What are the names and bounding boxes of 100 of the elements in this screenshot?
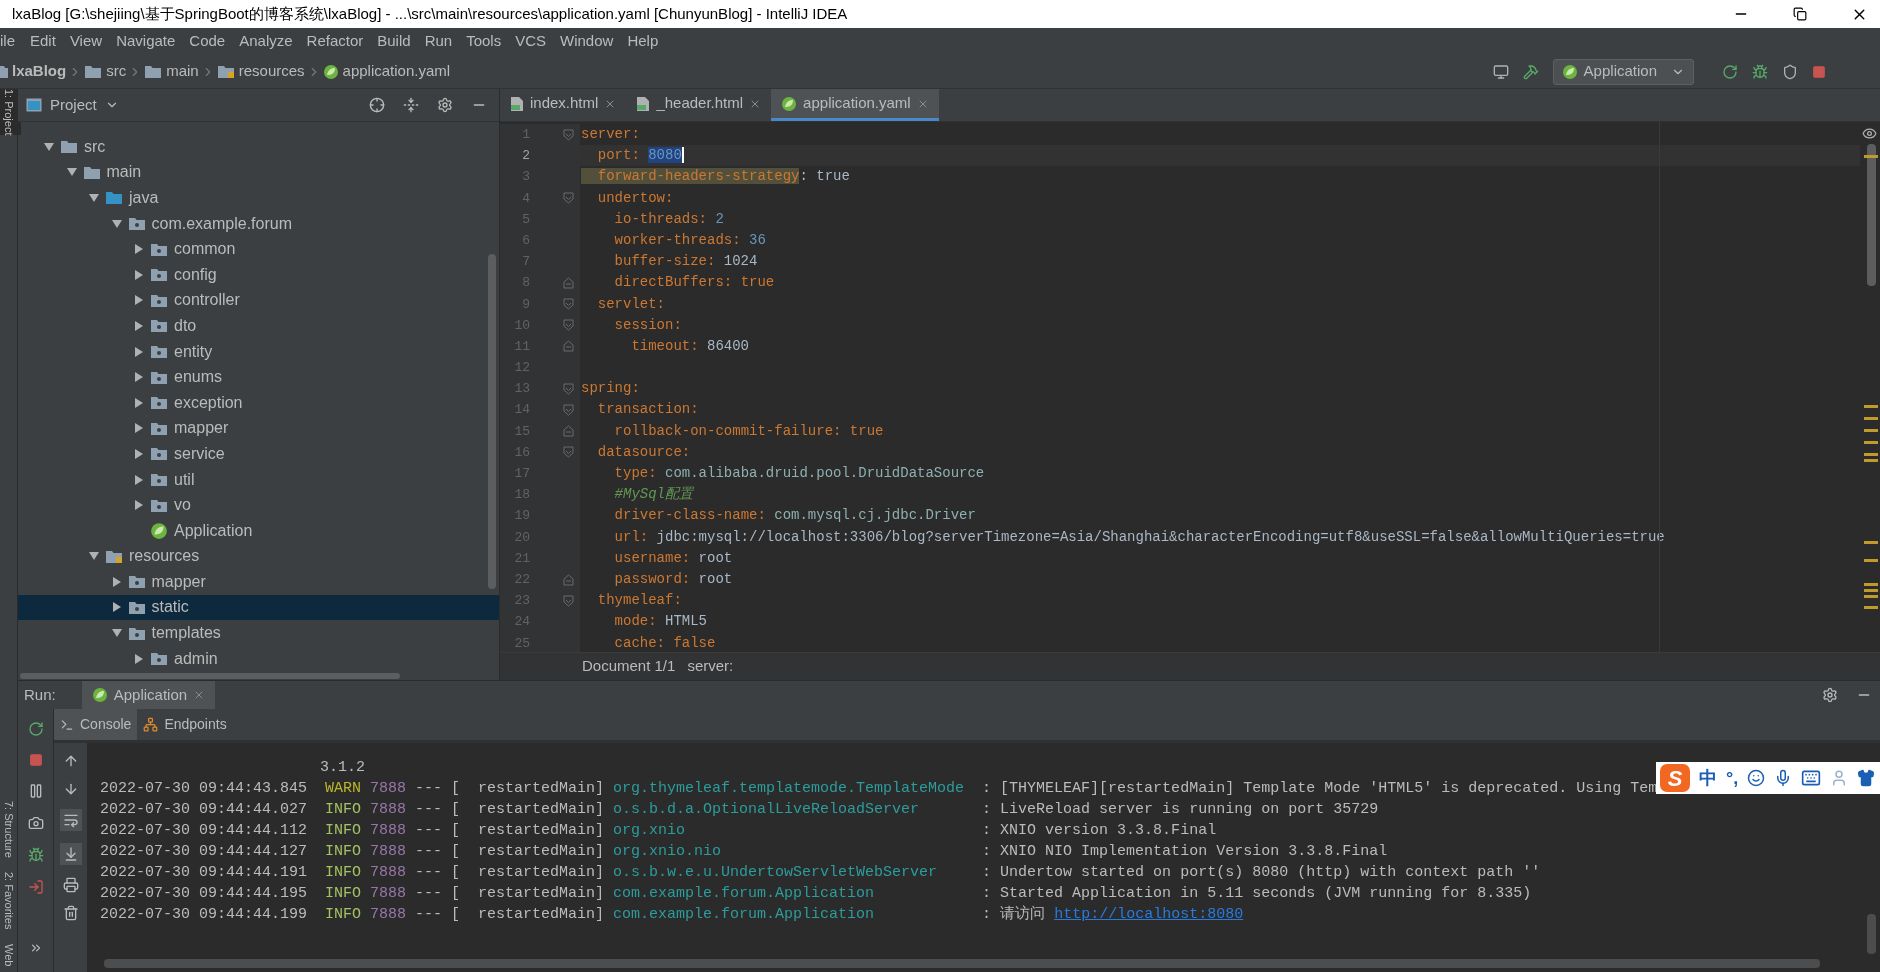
run-configuration-dropdown[interactable]: Application [1552, 58, 1694, 85]
tool-window-stripe-button[interactable]: 1: Project [0, 89, 21, 136]
settings-icon[interactable] [437, 97, 453, 113]
debug-icon[interactable] [27, 847, 44, 863]
collapse-arrow-icon[interactable] [89, 193, 99, 203]
menu-item[interactable]: VCS [508, 30, 554, 53]
fold-icon[interactable] [563, 340, 574, 353]
restore-icon[interactable] [1793, 7, 1807, 21]
tree-item[interactable]: admin [18, 645, 499, 672]
tree-item[interactable]: util [18, 466, 499, 493]
run-window-icon[interactable] [1492, 63, 1509, 80]
expand-arrow-icon[interactable] [134, 397, 144, 408]
tree-item[interactable]: static [18, 594, 499, 621]
ime-mode-button[interactable]: °, [1726, 764, 1739, 792]
locate-icon[interactable] [369, 97, 385, 113]
ime-mode-button[interactable]: 中 [1699, 764, 1717, 792]
scrollbar[interactable] [20, 673, 400, 679]
collapse-arrow-icon[interactable] [89, 551, 99, 562]
menu-item[interactable]: Analyze [232, 30, 300, 53]
console-tab[interactable]: Endpoints [137, 709, 233, 740]
menu-item[interactable]: ile [0, 30, 23, 53]
menu-item[interactable]: Navigate [109, 30, 183, 53]
tree-item[interactable]: controller [18, 287, 499, 314]
fold-icon[interactable] [563, 276, 574, 289]
menu-item[interactable]: Run [417, 30, 460, 53]
expand-arrow-icon[interactable] [111, 602, 122, 613]
tree-item[interactable]: entity [18, 338, 499, 365]
tree-item[interactable]: service [18, 441, 499, 467]
expand-arrow-icon[interactable] [134, 448, 144, 459]
shirt-icon[interactable] [1857, 769, 1876, 787]
print-icon[interactable] [62, 877, 79, 893]
collapse-arrow-icon[interactable] [66, 167, 77, 178]
collapse-arrow-icon[interactable] [44, 141, 54, 152]
editor-tab[interactable]: application.yaml [771, 89, 939, 121]
expand-arrow-icon[interactable] [134, 500, 144, 511]
keyboard-icon[interactable] [1801, 768, 1822, 788]
editor-tab[interactable]: index.html [500, 89, 627, 121]
console-link[interactable]: http://localhost:8080 [1054, 906, 1244, 923]
tree-item[interactable]: vo [18, 492, 499, 518]
expand-arrow-icon[interactable] [134, 653, 144, 664]
stop-icon[interactable] [1812, 64, 1826, 79]
tree-item[interactable]: templates [18, 620, 499, 646]
menu-item[interactable]: Refactor [299, 30, 371, 53]
project-view-dropdown[interactable]: Project [50, 93, 119, 117]
menu-item[interactable]: Window [553, 30, 621, 53]
tree-item[interactable]: src [18, 134, 499, 160]
menu-item[interactable]: Build [370, 30, 418, 53]
breadcrumb-item[interactable]: lxaBlog [0, 60, 67, 83]
breadcrumb-item[interactable]: src [84, 60, 127, 83]
menu-item[interactable]: Tools [459, 30, 509, 53]
fold-icon[interactable] [563, 319, 574, 332]
tree-item[interactable]: exception [18, 389, 499, 416]
breadcrumb-item[interactable]: application.yaml [322, 60, 451, 83]
breadcrumb-item[interactable]: main [144, 60, 199, 83]
menu-item[interactable]: Code [182, 30, 233, 53]
expand-arrow-icon[interactable] [134, 423, 144, 434]
rerun-icon[interactable] [1722, 63, 1738, 80]
tree-item[interactable]: java [18, 185, 499, 211]
expand-arrow-icon[interactable] [134, 346, 144, 357]
expand-arrow-icon[interactable] [111, 576, 122, 587]
scrollbar[interactable] [1867, 914, 1876, 954]
editor-tab[interactable]: _header.html [626, 89, 772, 121]
editor-breadcrumb[interactable]: server: [687, 655, 734, 678]
coverage-icon[interactable] [1782, 63, 1798, 80]
expand-arrow-icon[interactable] [134, 269, 144, 280]
tree-item[interactable]: mapper [18, 569, 499, 595]
exit-icon[interactable] [27, 879, 44, 895]
collapse-all-icon[interactable] [403, 97, 419, 113]
stop-icon[interactable] [28, 753, 43, 767]
tree-item[interactable]: common [18, 236, 499, 262]
emoji-icon[interactable] [1747, 769, 1766, 787]
tool-window-stripe-button[interactable]: Web [0, 943, 21, 966]
fold-icon[interactable] [563, 192, 574, 205]
tree-item[interactable]: dto [18, 313, 499, 339]
menu-item[interactable]: View [62, 30, 110, 53]
fold-icon[interactable] [563, 298, 574, 311]
fold-icon[interactable] [563, 382, 574, 395]
ime-logo[interactable]: S [1660, 764, 1690, 792]
fold-icon[interactable] [563, 128, 574, 141]
console-tab[interactable]: Console [54, 709, 138, 740]
tree-item[interactable]: enums [18, 364, 499, 390]
camera-icon[interactable] [27, 815, 44, 831]
tree-item[interactable]: com.example.forum [18, 210, 499, 237]
scrollbar[interactable] [1867, 144, 1876, 286]
menu-item[interactable]: Edit [23, 30, 63, 53]
trash-icon[interactable] [62, 905, 79, 921]
tree-item[interactable]: Application [18, 517, 499, 544]
tree-item[interactable]: mapper [18, 415, 499, 442]
expand-arrow-icon[interactable] [134, 244, 144, 255]
fold-icon[interactable] [563, 446, 574, 459]
soft-wrap-icon[interactable] [59, 809, 82, 831]
tool-window-stripe-button[interactable]: 2: Favorites [0, 872, 21, 930]
menu-item[interactable]: Help [620, 30, 666, 53]
build-icon[interactable] [1522, 63, 1539, 80]
rerun-icon[interactable] [27, 721, 44, 737]
editor-breadcrumb[interactable]: Document 1/1 [582, 655, 676, 678]
expand-arrow-icon[interactable] [134, 474, 144, 485]
collapse-arrow-icon[interactable] [111, 218, 122, 229]
scrollbar[interactable] [104, 959, 1820, 968]
breadcrumb-item[interactable]: resources [216, 60, 305, 83]
